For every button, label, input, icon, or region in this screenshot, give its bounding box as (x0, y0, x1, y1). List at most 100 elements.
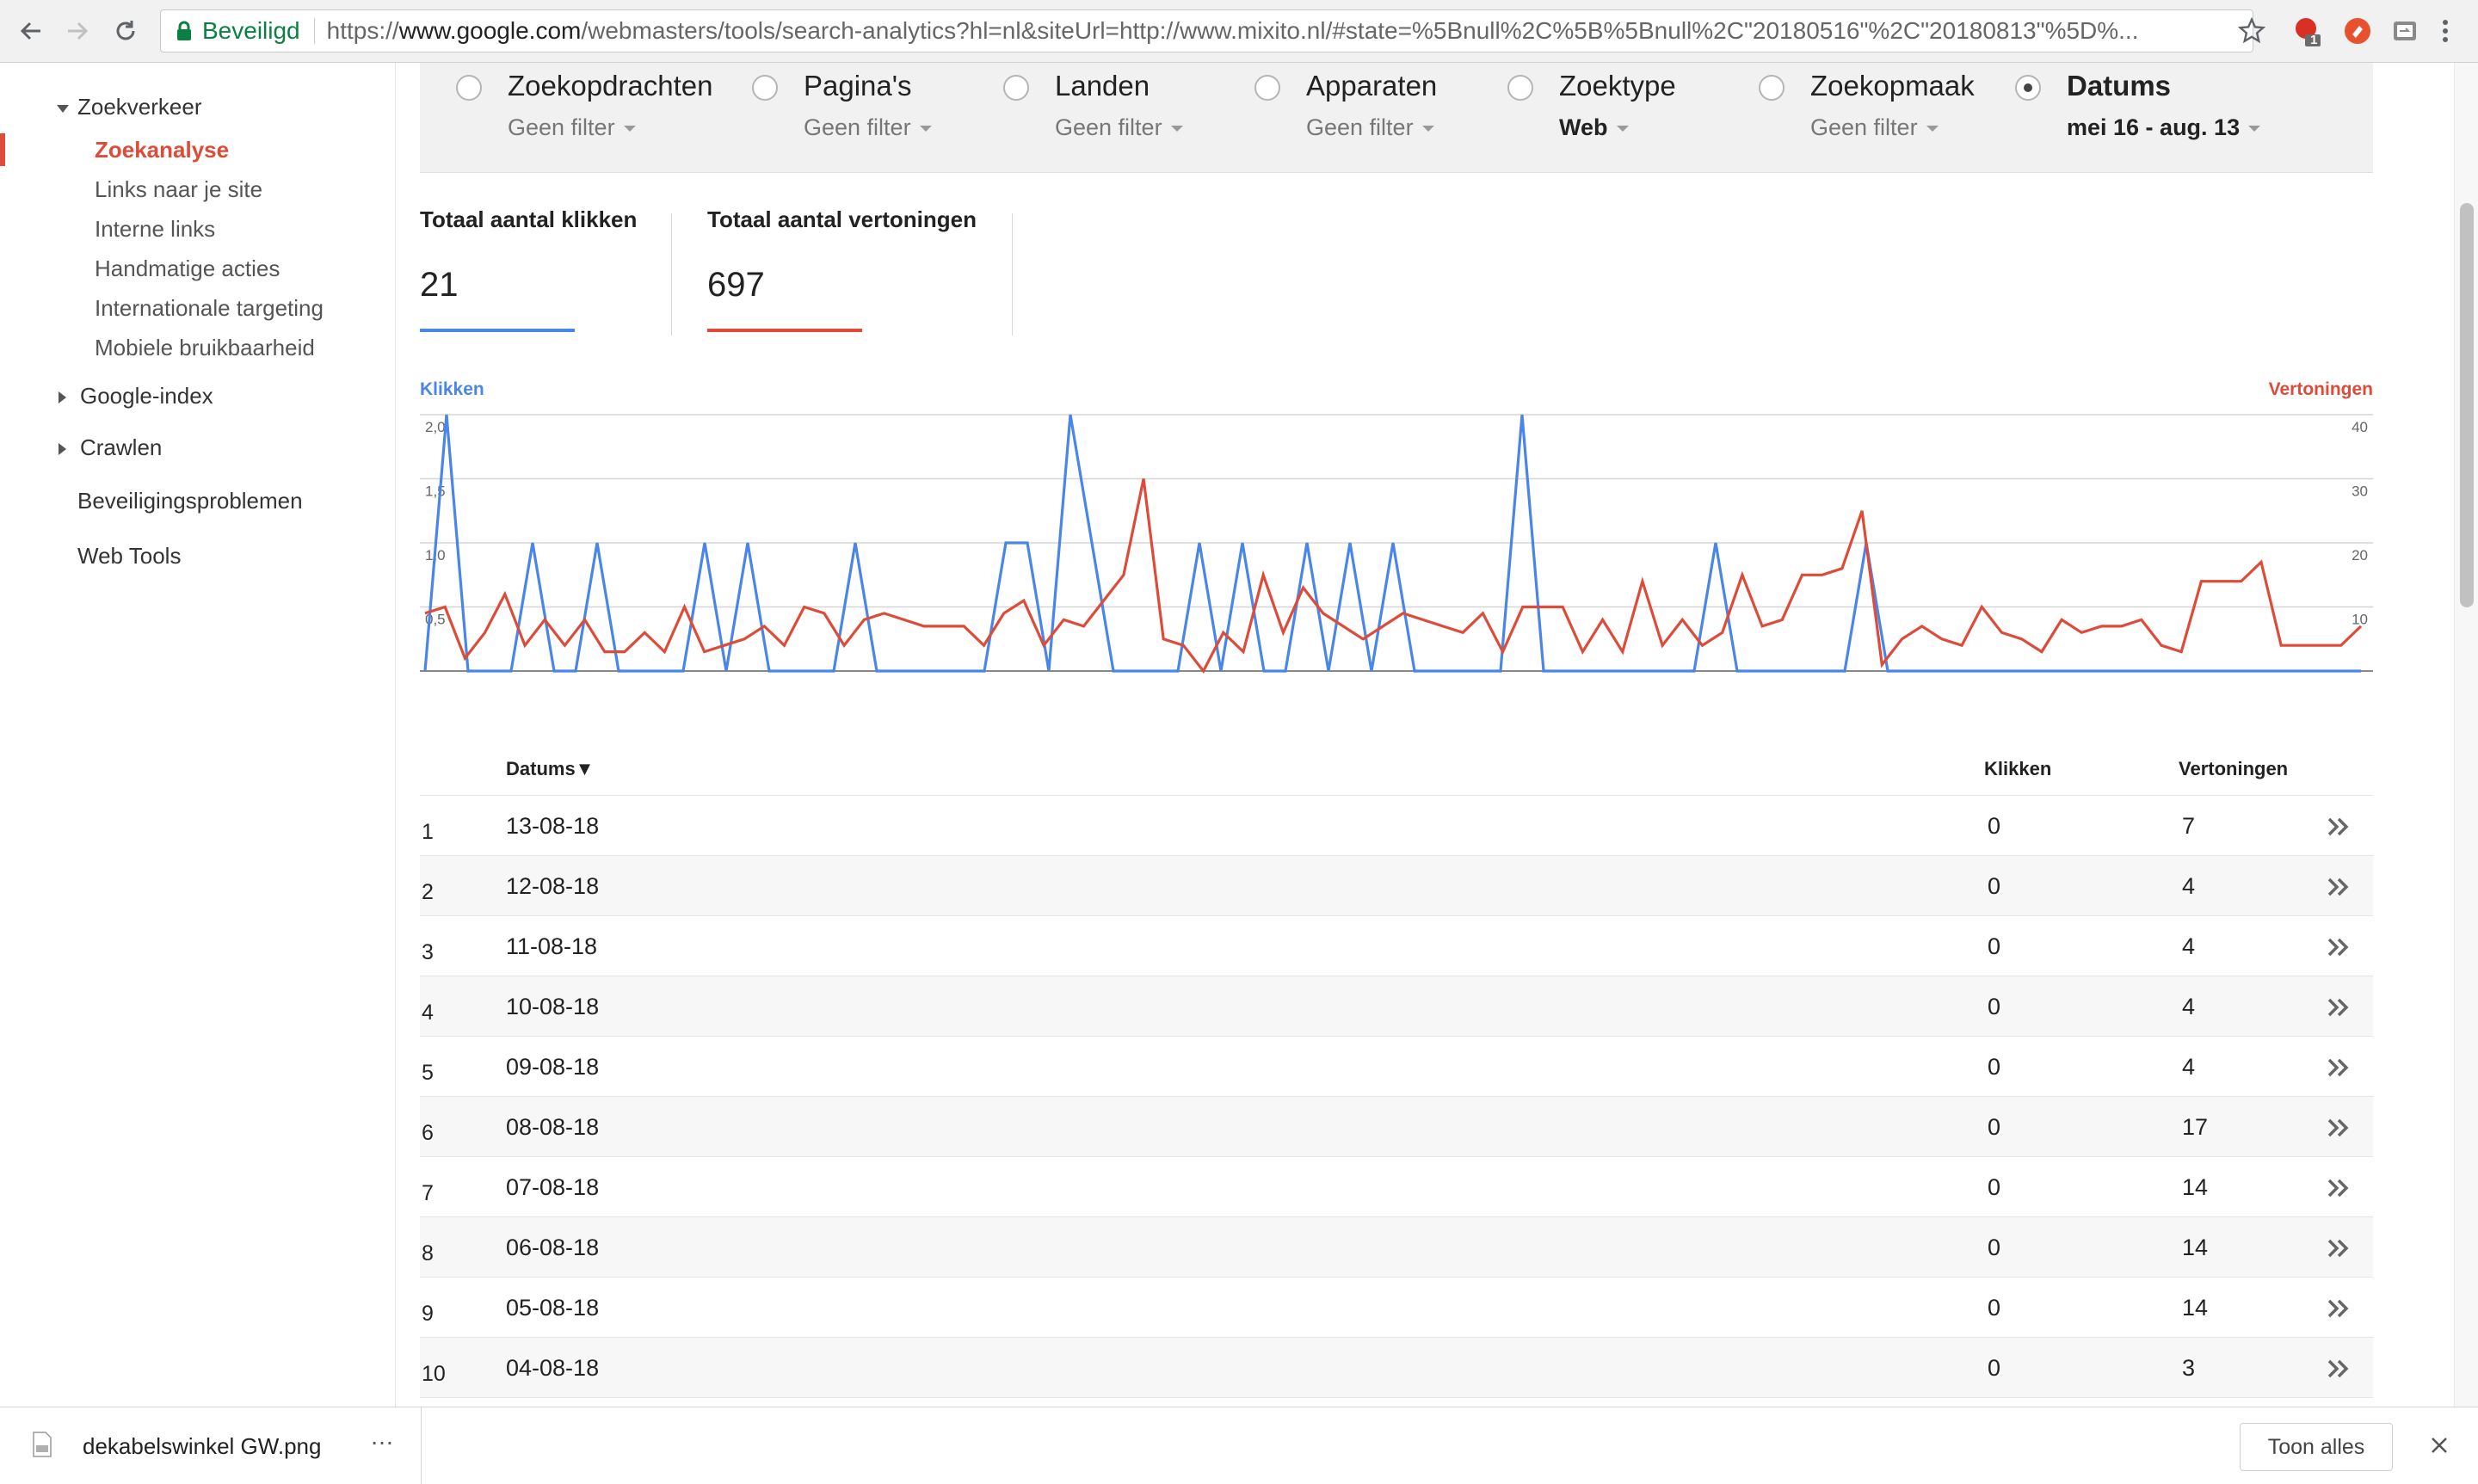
table-row[interactable]: 4 10-08-18 0 4 (420, 976, 2373, 1037)
forward-button[interactable] (59, 12, 96, 50)
close-download-bar-button[interactable] (2422, 1428, 2456, 1462)
table-row[interactable]: 6 08-08-18 0 17 (420, 1097, 2373, 1157)
row-clicks: 0 (1988, 1054, 2001, 1080)
row-clicks: 0 (1988, 813, 2001, 839)
row-date: 12-08-18 (506, 873, 600, 899)
reload-button[interactable] (107, 12, 145, 50)
page-scrollbar[interactable] (2454, 63, 2478, 1407)
table-row[interactable]: 10 04-08-18 0 3 (420, 1338, 2373, 1398)
sidebar: Zoekverkeer Zoekanalyse Links naar je si… (0, 63, 396, 1407)
download-bar: dekabelswinkel GW.png … Toon alles (0, 1407, 2478, 1484)
metric-impressions[interactable]: Totaal aantal vertoningen 697 (707, 206, 977, 336)
row-date: 04-08-18 (506, 1355, 600, 1381)
filter-label: Zoektype (1559, 70, 1676, 102)
extension-red-button[interactable] (2342, 15, 2373, 46)
reload-icon (116, 21, 135, 40)
sidebar-item-internationale-targeting[interactable]: Internationale targeting (95, 295, 324, 322)
collapsed-triangle-icon (59, 443, 66, 456)
extension-icon (2296, 18, 2321, 46)
performance-chart: Klikken Vertoningen0,5 101,0 201,5 302,0 40 (420, 379, 2373, 674)
row-details-button[interactable] (2321, 1291, 2356, 1326)
sidebar-group-label: Google-index (80, 383, 213, 409)
table-row[interactable]: 8 06-08-18 0 14 (420, 1217, 2373, 1278)
radio-landen[interactable] (1003, 75, 1029, 101)
sidebar-item-links[interactable]: Links naar je site (95, 176, 262, 203)
right-tick-label: 20 (2352, 547, 2368, 563)
sidebar-item-mobiele-bruikbaarheid[interactable]: Mobiele bruikbaarheid (95, 335, 315, 361)
filter-dropdown[interactable]: Geen filter (1055, 114, 1183, 141)
row-clicks: 0 (1988, 1235, 2001, 1260)
filter-label: Zoekopmaak (1810, 70, 1975, 102)
radio-zoekopdrachten[interactable] (456, 75, 482, 101)
extension-cast-button[interactable] (2389, 15, 2420, 46)
left-tick-label: 2,0 (425, 419, 446, 435)
extension-badge-button[interactable]: 1 (2293, 15, 2324, 47)
row-details-button[interactable] (2321, 930, 2356, 964)
dropdown-caret-icon (1616, 126, 1629, 132)
row-details-button[interactable] (2321, 1050, 2356, 1085)
row-impressions: 4 (2182, 1054, 2196, 1080)
row-details-button[interactable] (2321, 1171, 2356, 1205)
show-all-downloads-button[interactable]: Toon alles (2240, 1423, 2393, 1471)
radio-zoekopmaak[interactable] (1759, 75, 1785, 101)
browser-menu-button[interactable] (2435, 15, 2456, 46)
table-row[interactable]: 1 13-08-18 0 7 (420, 796, 2373, 856)
bookmark-star-button[interactable] (2237, 15, 2266, 46)
radio-apparaten[interactable] (1254, 75, 1280, 101)
scrollbar-thumb[interactable] (2460, 203, 2474, 607)
row-impressions: 4 (2182, 873, 2196, 899)
dropdown-caret-icon (1926, 126, 1939, 132)
double-chevron-right-icon (2327, 938, 2349, 957)
row-impressions: 7 (2182, 813, 2196, 839)
url-text[interactable]: https://www.google.com/webmasters/tools/… (327, 17, 2139, 45)
download-filename[interactable]: dekabelswinkel GW.png (83, 1433, 321, 1460)
table-row[interactable]: 3 11-08-18 0 4 (420, 916, 2373, 976)
right-tick-label: 30 (2352, 483, 2368, 500)
download-item[interactable]: dekabelswinkel GW.png … (0, 1407, 422, 1484)
series-line-vertoningen (424, 478, 2363, 674)
sidebar-section-zoekverkeer[interactable]: Zoekverkeer (57, 94, 202, 120)
sidebar-item-zoekanalyse[interactable]: Zoekanalyse (95, 137, 229, 163)
filter-dropdown[interactable]: Geen filter (804, 114, 932, 141)
download-options-button[interactable]: … (370, 1423, 396, 1450)
sidebar-item-handmatige-acties[interactable]: Handmatige acties (95, 256, 280, 282)
row-details-button[interactable] (2321, 810, 2356, 844)
filter-dropdown[interactable]: Geen filter (508, 114, 636, 141)
sidebar-link-beveiligingsproblemen[interactable]: Beveiligingsproblemen (77, 488, 303, 514)
filter-dropdown[interactable]: Geen filter (1810, 114, 1939, 141)
filter-dropdown[interactable]: Web (1559, 114, 1629, 141)
column-header-clicks[interactable]: Klikken (1984, 758, 2051, 780)
sidebar-item-interne-links[interactable]: Interne links (95, 216, 215, 243)
column-header-impressions[interactable]: Vertoningen (2179, 758, 2288, 780)
column-header-date[interactable]: Datums▼ (506, 758, 594, 780)
table-row[interactable]: 9 05-08-18 0 14 (420, 1278, 2373, 1338)
address-separator (313, 18, 315, 44)
filter-label: Zoekopdrachten (508, 70, 713, 102)
metric-color-bar (420, 329, 575, 332)
row-details-button[interactable] (2321, 1111, 2356, 1145)
metric-label: Totaal aantal klikken (420, 206, 638, 232)
row-details-button[interactable] (2321, 870, 2356, 904)
radio-paginas[interactable] (752, 75, 778, 101)
table-row[interactable]: 2 12-08-18 0 4 (420, 856, 2373, 916)
row-details-button[interactable] (2321, 1231, 2356, 1265)
table-row[interactable]: 7 07-08-18 0 14 (420, 1157, 2373, 1217)
radio-zoektype[interactable] (1507, 75, 1533, 101)
row-clicks: 0 (1988, 1295, 2001, 1321)
address-bar[interactable]: Beveiligd https://www.google.com/webmast… (160, 9, 2253, 52)
row-date: 06-08-18 (506, 1235, 600, 1260)
sidebar-link-web-tools[interactable]: Web Tools (77, 543, 181, 570)
back-button[interactable] (12, 12, 50, 50)
filter-value: mei 16 - aug. 13 (2067, 114, 2241, 140)
filter-label: Pagina's (804, 70, 912, 102)
filter-dropdown[interactable]: mei 16 - aug. 13 (2067, 114, 2261, 141)
table-row[interactable]: 5 09-08-18 0 4 (420, 1037, 2373, 1097)
radio-datums-selected[interactable] (2015, 75, 2041, 101)
row-details-button[interactable] (2321, 1352, 2356, 1386)
row-impressions: 14 (2182, 1174, 2209, 1200)
sidebar-group-google-index[interactable]: Google-index (59, 383, 213, 409)
metric-clicks[interactable]: Totaal aantal klikken 21 (420, 206, 637, 336)
sidebar-group-crawlen[interactable]: Crawlen (59, 434, 162, 461)
filter-dropdown[interactable]: Geen filter (1306, 114, 1434, 141)
row-details-button[interactable] (2321, 990, 2356, 1025)
